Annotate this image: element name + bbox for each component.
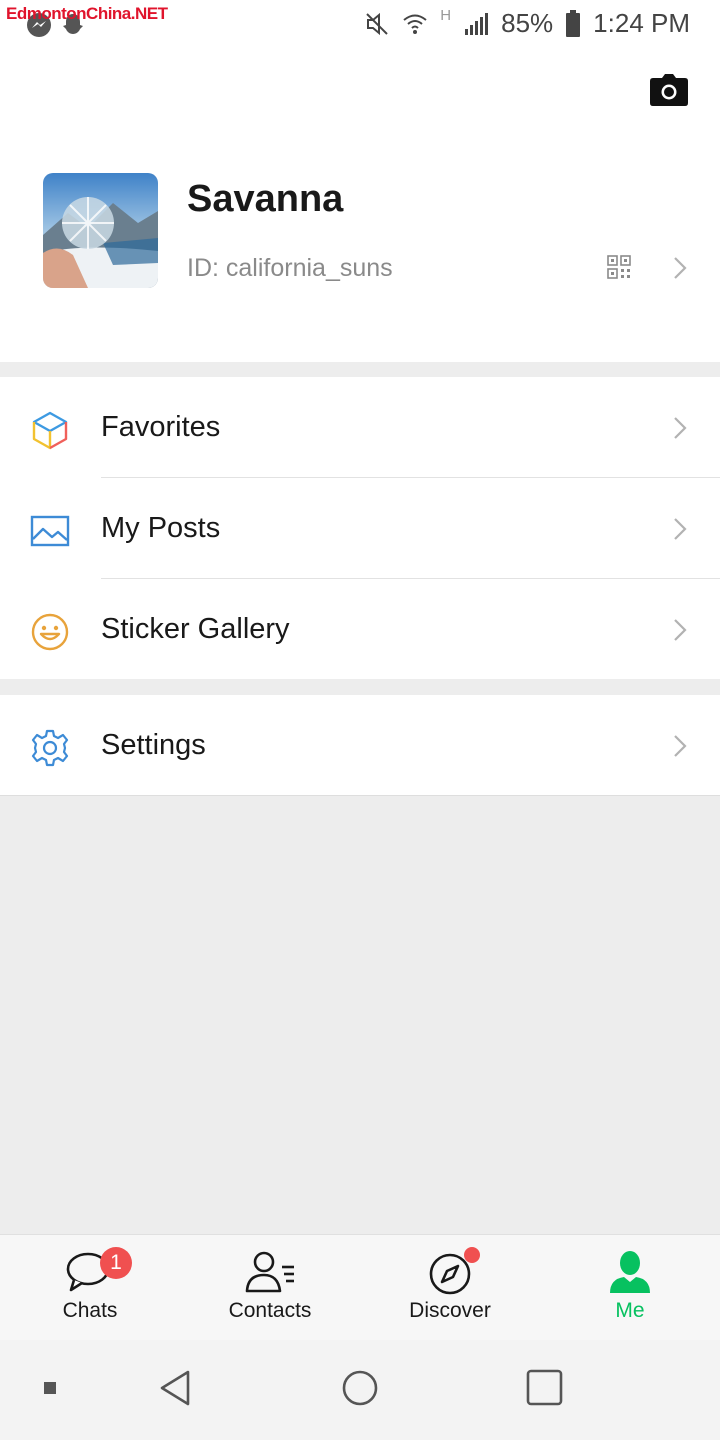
menu-group-settings: Settings <box>0 695 720 796</box>
clock: 1:24 PM <box>593 8 690 38</box>
battery-icon <box>566 9 581 37</box>
recents-icon[interactable] <box>525 1368 565 1408</box>
qr-code-icon[interactable] <box>607 255 631 279</box>
menu-group-main: Favorites My Posts Sticker Gallery <box>0 377 720 679</box>
menu-label-favorites: Favorites <box>101 411 221 443</box>
unread-badge: 1 <box>100 1247 132 1279</box>
profile-id: ID: california_suns <box>187 254 393 282</box>
tab-bar: 1 Chats Contacts Discover Me <box>0 1234 720 1341</box>
dot-icon[interactable] <box>44 1382 58 1396</box>
avatar[interactable] <box>43 173 158 288</box>
back-icon[interactable] <box>156 1368 196 1408</box>
menu-item-settings[interactable]: Settings <box>0 695 720 796</box>
chevron-right-icon <box>674 619 687 641</box>
image-icon <box>30 515 70 547</box>
menu-label-sticker-gallery: Sticker Gallery <box>101 613 290 645</box>
system-nav-bar <box>0 1340 720 1440</box>
status-right: H 85% 1:24 PM <box>364 7 690 39</box>
contacts-icon <box>245 1251 294 1293</box>
person-icon <box>610 1251 650 1293</box>
profile-header: Savanna ID: california_suns <box>0 50 720 362</box>
cube-icon <box>32 411 68 450</box>
home-icon[interactable] <box>340 1368 380 1408</box>
tab-label-contacts: Contacts <box>228 1299 312 1322</box>
chevron-right-icon <box>674 417 687 439</box>
mute-icon <box>366 12 388 35</box>
profile-name: Savanna <box>187 178 344 220</box>
tab-discover[interactable]: Discover <box>360 1235 540 1341</box>
menu-label-settings: Settings <box>101 729 206 761</box>
camera-icon[interactable] <box>650 74 688 106</box>
status-bar: EdmontonChina.NET H 85% 1:24 PM <box>0 0 720 50</box>
notification-dot <box>464 1247 480 1263</box>
tab-chats[interactable]: 1 Chats <box>0 1235 180 1341</box>
tab-me[interactable]: Me <box>540 1235 720 1341</box>
tab-contacts[interactable]: Contacts <box>180 1235 360 1341</box>
wifi-icon <box>403 14 427 34</box>
menu-item-sticker-gallery[interactable]: Sticker Gallery <box>0 579 720 680</box>
chevron-right-icon[interactable] <box>670 255 690 281</box>
smiley-icon <box>31 613 69 651</box>
menu-item-favorites[interactable]: Favorites <box>0 377 720 478</box>
chevron-right-icon <box>674 735 687 757</box>
watermark: EdmontonChina.NET <box>6 4 168 23</box>
battery-percent: 85% <box>501 8 554 38</box>
gear-icon <box>31 729 69 767</box>
tab-label-chats: Chats <box>62 1299 118 1322</box>
chevron-right-icon <box>674 518 687 540</box>
signal-icon <box>465 12 489 35</box>
menu-label-my-posts: My Posts <box>101 512 221 544</box>
tab-label-discover: Discover <box>409 1299 491 1322</box>
tab-label-me: Me <box>615 1299 645 1322</box>
network-type: H <box>440 7 452 24</box>
menu-item-my-posts[interactable]: My Posts <box>0 478 720 579</box>
